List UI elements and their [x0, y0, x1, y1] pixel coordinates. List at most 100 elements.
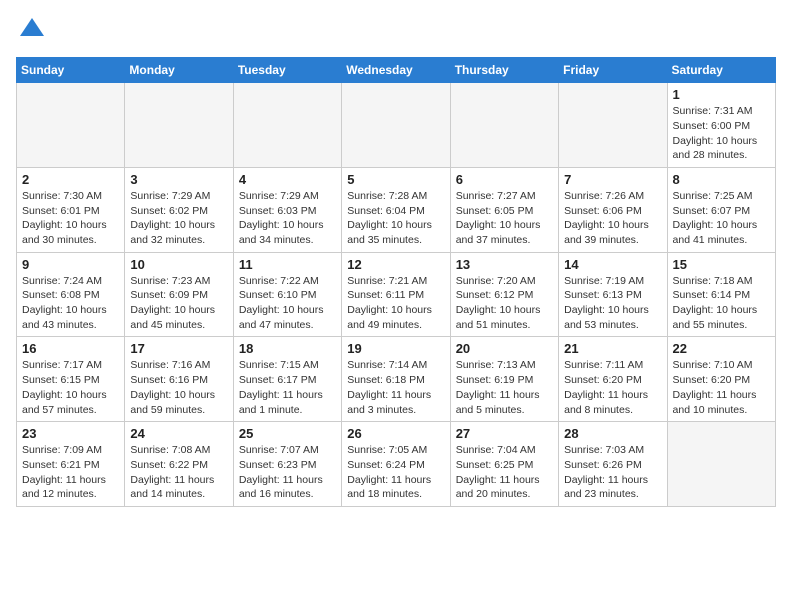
day-number: 22 — [673, 341, 770, 356]
calendar-header-thursday: Thursday — [450, 58, 558, 83]
day-info: Sunrise: 7:29 AM Sunset: 6:03 PM Dayligh… — [239, 189, 336, 248]
calendar-header-monday: Monday — [125, 58, 233, 83]
calendar-cell: 1 Sunrise: 7:31 AM Sunset: 6:00 PM Daylig… — [667, 83, 775, 168]
calendar-cell: 17 Sunrise: 7:16 AM Sunset: 6:16 PM Dayli… — [125, 337, 233, 422]
calendar-cell: 14 Sunrise: 7:19 AM Sunset: 6:13 PM Dayli… — [559, 252, 667, 337]
day-info: Sunrise: 7:20 AM Sunset: 6:12 PM Dayligh… — [456, 274, 553, 333]
day-number: 20 — [456, 341, 553, 356]
day-number: 25 — [239, 426, 336, 441]
calendar-week-row: 16 Sunrise: 7:17 AM Sunset: 6:15 PM Dayli… — [17, 337, 776, 422]
day-number: 10 — [130, 257, 227, 272]
day-info: Sunrise: 7:22 AM Sunset: 6:10 PM Dayligh… — [239, 274, 336, 333]
calendar-cell: 25 Sunrise: 7:07 AM Sunset: 6:23 PM Dayli… — [233, 422, 341, 507]
calendar-header-tuesday: Tuesday — [233, 58, 341, 83]
day-info: Sunrise: 7:13 AM Sunset: 6:19 PM Dayligh… — [456, 358, 553, 417]
day-number: 23 — [22, 426, 119, 441]
day-info: Sunrise: 7:27 AM Sunset: 6:05 PM Dayligh… — [456, 189, 553, 248]
day-number: 3 — [130, 172, 227, 187]
page-header — [16, 16, 776, 45]
day-number: 4 — [239, 172, 336, 187]
day-number: 13 — [456, 257, 553, 272]
calendar-cell: 6 Sunrise: 7:27 AM Sunset: 6:05 PM Daylig… — [450, 167, 558, 252]
day-number: 19 — [347, 341, 444, 356]
calendar-cell — [125, 83, 233, 168]
calendar-cell: 15 Sunrise: 7:18 AM Sunset: 6:14 PM Dayli… — [667, 252, 775, 337]
day-number: 18 — [239, 341, 336, 356]
calendar-cell — [559, 83, 667, 168]
calendar-header-saturday: Saturday — [667, 58, 775, 83]
day-number: 9 — [22, 257, 119, 272]
calendar-cell: 22 Sunrise: 7:10 AM Sunset: 6:20 PM Dayli… — [667, 337, 775, 422]
calendar-header-friday: Friday — [559, 58, 667, 83]
calendar-cell: 20 Sunrise: 7:13 AM Sunset: 6:19 PM Dayli… — [450, 337, 558, 422]
calendar-cell: 23 Sunrise: 7:09 AM Sunset: 6:21 PM Dayli… — [17, 422, 125, 507]
day-number: 1 — [673, 87, 770, 102]
calendar-cell — [450, 83, 558, 168]
calendar-cell: 26 Sunrise: 7:05 AM Sunset: 6:24 PM Dayli… — [342, 422, 450, 507]
calendar-week-row: 9 Sunrise: 7:24 AM Sunset: 6:08 PM Daylig… — [17, 252, 776, 337]
day-number: 7 — [564, 172, 661, 187]
calendar-header-wednesday: Wednesday — [342, 58, 450, 83]
calendar-cell: 3 Sunrise: 7:29 AM Sunset: 6:02 PM Daylig… — [125, 167, 233, 252]
day-number: 17 — [130, 341, 227, 356]
calendar-cell: 7 Sunrise: 7:26 AM Sunset: 6:06 PM Daylig… — [559, 167, 667, 252]
day-number: 8 — [673, 172, 770, 187]
day-info: Sunrise: 7:23 AM Sunset: 6:09 PM Dayligh… — [130, 274, 227, 333]
calendar-table: SundayMondayTuesdayWednesdayThursdayFrid… — [16, 57, 776, 507]
day-info: Sunrise: 7:25 AM Sunset: 6:07 PM Dayligh… — [673, 189, 770, 248]
day-number: 14 — [564, 257, 661, 272]
calendar-cell: 28 Sunrise: 7:03 AM Sunset: 6:26 PM Dayli… — [559, 422, 667, 507]
calendar-week-row: 23 Sunrise: 7:09 AM Sunset: 6:21 PM Dayli… — [17, 422, 776, 507]
calendar-cell — [342, 83, 450, 168]
calendar-cell — [233, 83, 341, 168]
calendar-cell: 5 Sunrise: 7:28 AM Sunset: 6:04 PM Daylig… — [342, 167, 450, 252]
day-info: Sunrise: 7:30 AM Sunset: 6:01 PM Dayligh… — [22, 189, 119, 248]
calendar-cell: 10 Sunrise: 7:23 AM Sunset: 6:09 PM Dayli… — [125, 252, 233, 337]
day-info: Sunrise: 7:24 AM Sunset: 6:08 PM Dayligh… — [22, 274, 119, 333]
day-info: Sunrise: 7:29 AM Sunset: 6:02 PM Dayligh… — [130, 189, 227, 248]
calendar-cell: 27Sunrise: 7:04 AM Sunset: 6:25 PM Dayli… — [450, 422, 558, 507]
day-info: Sunrise: 7:26 AM Sunset: 6:06 PM Dayligh… — [564, 189, 661, 248]
calendar-cell: 2 Sunrise: 7:30 AM Sunset: 6:01 PM Daylig… — [17, 167, 125, 252]
day-info: Sunrise: 7:09 AM Sunset: 6:21 PM Dayligh… — [22, 443, 119, 502]
day-info: Sunrise: 7:10 AM Sunset: 6:20 PM Dayligh… — [673, 358, 770, 417]
calendar-cell — [17, 83, 125, 168]
logo — [16, 16, 46, 45]
calendar-cell: 21Sunrise: 7:11 AM Sunset: 6:20 PM Dayli… — [559, 337, 667, 422]
day-info: Sunrise: 7:28 AM Sunset: 6:04 PM Dayligh… — [347, 189, 444, 248]
day-info: Sunrise: 7:31 AM Sunset: 6:00 PM Dayligh… — [673, 104, 770, 163]
day-info: Sunrise: 7:05 AM Sunset: 6:24 PM Dayligh… — [347, 443, 444, 502]
calendar-cell: 18Sunrise: 7:15 AM Sunset: 6:17 PM Dayli… — [233, 337, 341, 422]
day-number: 15 — [673, 257, 770, 272]
day-info: Sunrise: 7:08 AM Sunset: 6:22 PM Dayligh… — [130, 443, 227, 502]
calendar-cell: 12 Sunrise: 7:21 AM Sunset: 6:11 PM Dayli… — [342, 252, 450, 337]
calendar-cell: 11 Sunrise: 7:22 AM Sunset: 6:10 PM Dayli… — [233, 252, 341, 337]
calendar-header-row: SundayMondayTuesdayWednesdayThursdayFrid… — [17, 58, 776, 83]
day-number: 26 — [347, 426, 444, 441]
calendar-cell: 24 Sunrise: 7:08 AM Sunset: 6:22 PM Dayli… — [125, 422, 233, 507]
day-number: 5 — [347, 172, 444, 187]
logo-icon — [18, 16, 46, 44]
day-number: 28 — [564, 426, 661, 441]
calendar-cell: 4 Sunrise: 7:29 AM Sunset: 6:03 PM Daylig… — [233, 167, 341, 252]
day-number: 16 — [22, 341, 119, 356]
calendar-cell: 9 Sunrise: 7:24 AM Sunset: 6:08 PM Daylig… — [17, 252, 125, 337]
calendar-header-sunday: Sunday — [17, 58, 125, 83]
day-info: Sunrise: 7:17 AM Sunset: 6:15 PM Dayligh… — [22, 358, 119, 417]
day-info: Sunrise: 7:19 AM Sunset: 6:13 PM Dayligh… — [564, 274, 661, 333]
day-number: 27 — [456, 426, 553, 441]
day-number: 21 — [564, 341, 661, 356]
day-info: Sunrise: 7:16 AM Sunset: 6:16 PM Dayligh… — [130, 358, 227, 417]
day-info: Sunrise: 7:21 AM Sunset: 6:11 PM Dayligh… — [347, 274, 444, 333]
day-number: 2 — [22, 172, 119, 187]
day-info: Sunrise: 7:03 AM Sunset: 6:26 PM Dayligh… — [564, 443, 661, 502]
calendar-week-row: 2 Sunrise: 7:30 AM Sunset: 6:01 PM Daylig… — [17, 167, 776, 252]
calendar-cell: 8 Sunrise: 7:25 AM Sunset: 6:07 PM Daylig… — [667, 167, 775, 252]
calendar-cell: 19Sunrise: 7:14 AM Sunset: 6:18 PM Dayli… — [342, 337, 450, 422]
day-number: 12 — [347, 257, 444, 272]
day-number: 6 — [456, 172, 553, 187]
day-number: 11 — [239, 257, 336, 272]
day-info: Sunrise: 7:18 AM Sunset: 6:14 PM Dayligh… — [673, 274, 770, 333]
day-number: 24 — [130, 426, 227, 441]
day-info: Sunrise: 7:07 AM Sunset: 6:23 PM Dayligh… — [239, 443, 336, 502]
